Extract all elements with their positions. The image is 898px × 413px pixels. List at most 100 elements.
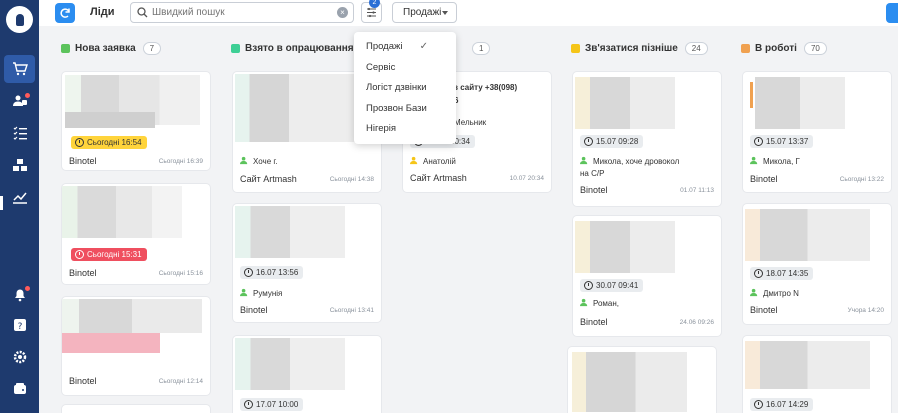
sidebar-item-sales[interactable]	[4, 55, 35, 83]
sidebar-item-tasks[interactable]	[0, 119, 39, 147]
notification-dot	[25, 286, 30, 291]
blurred-content	[65, 112, 155, 128]
task-deadline: 15.07 13:37	[766, 137, 809, 146]
clock-icon	[244, 268, 253, 277]
contact-name: Румунія	[240, 288, 282, 298]
lead-card[interactable]: 16.07 14:29	[743, 336, 891, 413]
clear-search-icon[interactable]: ×	[337, 7, 348, 18]
funnel-option-service[interactable]: Сервіс	[354, 58, 456, 79]
lead-created-time: 01.07 11:13	[680, 187, 714, 194]
funnel-option-sales[interactable]: Продажі ✓	[354, 37, 456, 58]
contact-name: Микола, хоче дровокол	[580, 156, 679, 166]
lead-card[interactable]: 17.07 10:00	[233, 336, 381, 413]
funnel-select[interactable]: Продажі	[392, 2, 457, 23]
column-header: Зв'язатися пізніше 24	[571, 40, 719, 56]
refresh-icon	[60, 8, 70, 18]
funnel-option-logistics-calls[interactable]: Логіст дзвінки	[354, 78, 456, 99]
lead-card[interactable]: 30.07 09:41 Роман, Binotel 24.06 09:26	[573, 216, 721, 336]
column-count: 7	[142, 41, 162, 55]
column-title: Зв'язатися пізніше	[585, 42, 678, 54]
column-color-marker	[231, 43, 240, 53]
lead-source: Binotel	[580, 185, 608, 195]
funnel-option-cold-calls[interactable]: Прозвон Бази	[354, 99, 456, 120]
person-icon	[750, 288, 758, 297]
search-box[interactable]: ×	[130, 2, 354, 23]
analytics-icon	[12, 192, 27, 204]
clock-icon	[754, 137, 763, 146]
lead-card[interactable]: 16.07 13:56 Румунія Binotel Сьогодні 13:…	[233, 204, 381, 322]
column-title: Взято в опрацювання	[245, 42, 354, 54]
blurred-content	[745, 341, 870, 389]
contact-name-text: Анатолій	[423, 157, 456, 166]
lead-source: Binotel	[750, 305, 778, 315]
column-new-request: Нова заявка 7	[61, 40, 209, 56]
column-in-work: В роботі 70	[741, 40, 889, 56]
person-icon	[240, 288, 248, 297]
person-icon	[240, 156, 248, 165]
lead-created-time: Сьогодні 13:22	[839, 176, 884, 183]
column-count: 24	[684, 41, 708, 55]
lead-card[interactable]: Сьогодні 15:31 Binotel Сьогодні 15:16	[62, 184, 210, 284]
lead-card[interactable]	[568, 347, 716, 413]
keyhole-icon	[15, 13, 24, 26]
funnel-dropdown-menu: Продажі ✓ Сервіс Логіст дзвінки Прозвон Б…	[354, 32, 456, 144]
lead-card[interactable]: 18.07 14:35 Дмитро N Binotel Учора 14:20	[743, 204, 891, 324]
funnel-selected: Продажі	[403, 7, 442, 18]
lead-card[interactable]: 15.07 13:37 Микола, Г Binotel Сьогодні 1…	[743, 72, 891, 192]
blurred-content	[575, 221, 675, 273]
task-deadline-tag: 16.07 13:56	[240, 266, 304, 279]
settings-icon	[13, 350, 26, 364]
sidebar-item-help[interactable]: ?	[0, 311, 39, 339]
search-icon	[137, 7, 148, 18]
person-icon	[580, 298, 588, 307]
sidebar-item-wallet[interactable]	[0, 375, 39, 403]
help-icon: ?	[13, 319, 26, 332]
sidebar-item-warehouse[interactable]	[0, 151, 39, 179]
lead-title: з сайту +38(098)	[454, 83, 518, 92]
contact-name-text: Роман,	[593, 299, 620, 308]
option-label: Продажі	[366, 41, 403, 52]
sidebar-item-contacts[interactable]	[0, 87, 39, 115]
task-deadline: 15.07 09:28	[596, 137, 639, 146]
person-icon	[580, 156, 588, 165]
cart-icon	[12, 62, 28, 76]
lead-card[interactable]: 15.07 09:28 Микола, хоче дровокол на С/Р…	[573, 72, 721, 206]
lead-created-time: 24.06 09:26	[679, 319, 714, 326]
clock-icon	[584, 281, 593, 290]
contact-name-text: Дмитро N	[763, 289, 799, 298]
lead-source: Binotel	[240, 305, 268, 315]
clock-icon	[584, 137, 593, 146]
column-header: Нова заявка 7	[61, 40, 209, 56]
clock-icon	[754, 400, 763, 409]
add-lead-button[interactable]	[886, 3, 898, 23]
blurred-content	[572, 352, 687, 412]
sidebar-item-settings[interactable]	[0, 343, 39, 371]
blurred-content	[235, 206, 345, 258]
sidebar-item-analytics[interactable]	[0, 183, 39, 211]
contact-name: Хоче г.	[240, 156, 278, 166]
lead-card[interactable]: Binotel Сьогодні 12:14	[62, 297, 210, 395]
list-icon	[13, 126, 27, 140]
refresh-button[interactable]	[55, 3, 75, 23]
page-title: Ліди	[90, 6, 115, 18]
contact-name-text: Микола, Г	[763, 157, 800, 166]
search-input[interactable]	[152, 5, 332, 20]
task-deadline: 16.07 13:56	[256, 268, 299, 277]
task-deadline: 18.07 14:35	[766, 269, 809, 278]
lead-source: Binotel	[69, 376, 97, 386]
option-label: Сервіс	[366, 61, 396, 73]
blurred-content	[235, 338, 345, 390]
logo[interactable]	[6, 6, 33, 33]
sidebar-item-notifications[interactable]	[0, 280, 39, 308]
contact-name-text: Румунія	[253, 289, 283, 298]
contact-surname: Мельник	[454, 118, 487, 127]
chevron-down-icon	[442, 11, 448, 15]
funnel-option-nigeria[interactable]: Нігерія	[354, 119, 456, 140]
contact-name-text: Хоче г.	[253, 157, 278, 166]
lead-card[interactable]	[62, 405, 210, 413]
lead-card[interactable]: Сьогодні 16:54 Binotel Сьогодні 16:39	[62, 72, 210, 170]
blurred-content	[62, 333, 160, 353]
contact-name: Роман,	[580, 298, 619, 308]
task-deadline-tag: 18.07 14:35	[750, 267, 814, 280]
blurred-content	[235, 74, 355, 142]
